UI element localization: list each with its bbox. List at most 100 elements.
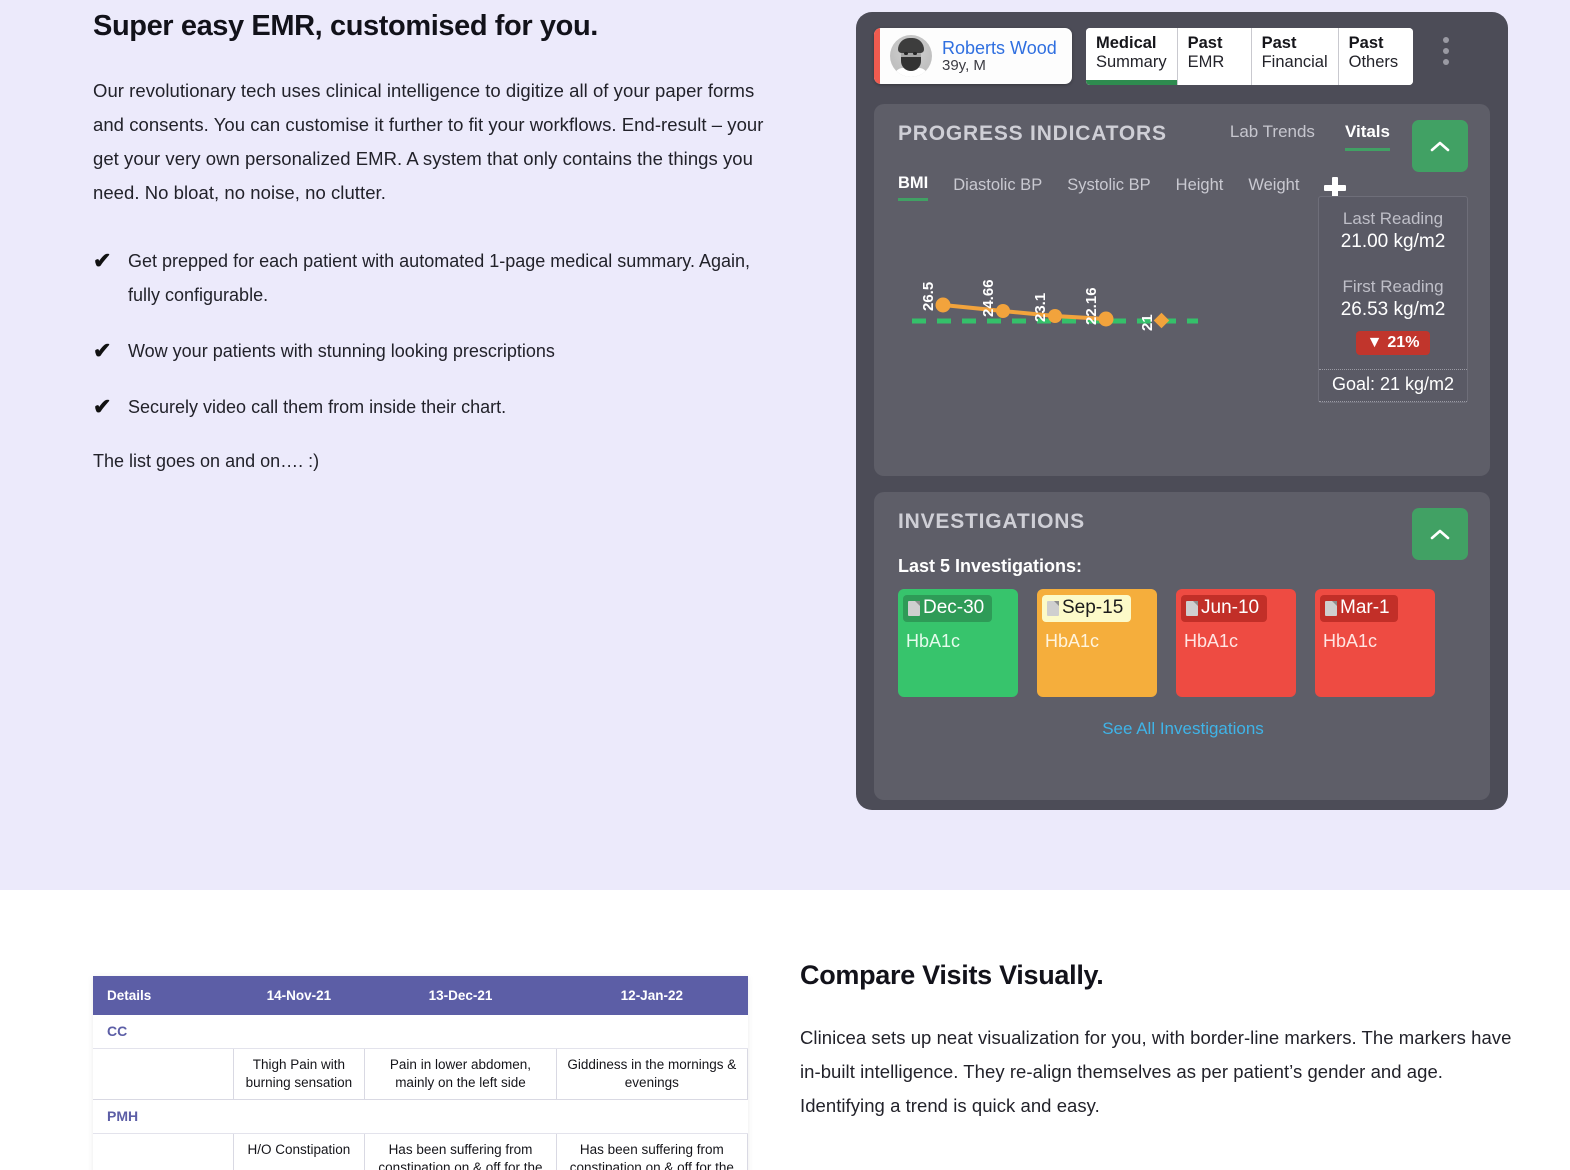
patient-accent-bar: [874, 28, 880, 84]
data-point: [996, 304, 1010, 318]
investigation-test-name: HbA1c: [1042, 631, 1152, 652]
progress-indicators-panel: PROGRESS INDICATORS Lab Trends Vitals BM…: [874, 104, 1490, 476]
subtab-vitals[interactable]: Vitals: [1345, 122, 1390, 151]
progress-subtabs: Lab Trends Vitals: [1230, 122, 1390, 151]
tab-label-line2: Summary: [1096, 53, 1167, 72]
row-label: [93, 1134, 233, 1170]
table-cell: Giddiness in the mornings & evenings: [556, 1048, 747, 1099]
row-label: [93, 1048, 233, 1099]
investigation-date-chip: Dec-30: [903, 595, 992, 622]
column-header-visit-1: 14-Nov-21: [233, 976, 365, 1015]
investigation-test-name: HbA1c: [903, 631, 1013, 652]
data-label: 26.5: [920, 282, 937, 311]
tab-past-financial[interactable]: Past Financial: [1252, 28, 1339, 85]
collapse-investigations-button[interactable]: [1412, 508, 1468, 560]
investigation-date: Jun-10: [1201, 597, 1259, 619]
document-icon: [908, 601, 920, 616]
document-icon: [1047, 601, 1059, 616]
investigation-card-list: Dec-30 HbA1c Sep-15 HbA1c Jun-10: [898, 589, 1468, 697]
investigation-card[interactable]: Sep-15 HbA1c: [1037, 589, 1157, 697]
data-label: 24.66: [980, 279, 997, 317]
list-item: ✔ Wow your patients with stunning lookin…: [93, 334, 773, 368]
first-reading-value: 26.53 kg/m2: [1319, 299, 1467, 321]
document-icon: [1325, 601, 1337, 616]
collapse-progress-button[interactable]: [1412, 120, 1468, 172]
table-group-row: PMH: [93, 1100, 748, 1134]
subtab-lab-trends[interactable]: Lab Trends: [1230, 122, 1315, 148]
check-icon: ✔: [93, 334, 111, 368]
goal-value: Goal: 21 kg/m2: [1319, 369, 1467, 402]
tab-past-others[interactable]: Past Others: [1339, 28, 1413, 85]
data-label: 21: [1139, 314, 1156, 331]
metric-height[interactable]: Height: [1176, 176, 1224, 200]
table-group-row: CC: [93, 1015, 748, 1048]
tab-label-line1: Medical: [1096, 34, 1167, 53]
emr-app-mock: Roberts Wood 39y, M Medical Summary Past…: [856, 12, 1508, 810]
tab-past-emr[interactable]: Past EMR: [1178, 28, 1252, 85]
trend-line: [943, 305, 1106, 319]
emr-feature-section: Super easy EMR, customised for you. Our …: [0, 0, 1570, 890]
table-cell: Pain in lower abdomen, mainly on the lef…: [365, 1048, 556, 1099]
page-title: Super easy EMR, customised for you.: [93, 8, 773, 44]
data-point: [936, 298, 951, 313]
status-badge: ▼ 21%: [1356, 331, 1431, 355]
group-label-pmh: PMH: [93, 1100, 748, 1134]
investigation-card[interactable]: Dec-30 HbA1c: [898, 589, 1018, 697]
patient-details: 39y, M: [942, 58, 1057, 75]
feature-text: Securely video call them from inside the…: [128, 397, 506, 417]
table-cell: Has been suffering from constipation on …: [365, 1134, 556, 1170]
compare-visits-section: Details 14-Nov-21 13-Dec-21 12-Jan-22 CC…: [0, 890, 1570, 1170]
avatar: [890, 35, 932, 77]
metric-weight[interactable]: Weight: [1248, 176, 1299, 200]
metric-bmi[interactable]: BMI: [898, 174, 928, 201]
feature-text: Wow your patients with stunning looking …: [128, 341, 555, 361]
closing-text: The list goes on and on…. :): [93, 446, 773, 476]
investigation-date: Sep-15: [1062, 597, 1123, 619]
investigation-date-chip: Sep-15: [1042, 595, 1131, 622]
data-label: 23.1: [1032, 293, 1049, 322]
list-item: ✔ Securely video call them from inside t…: [93, 390, 773, 424]
tab-label-line1: Past: [1349, 34, 1403, 53]
section-paragraph: Clinicea sets up neat visualization for …: [800, 1021, 1530, 1123]
investigation-card[interactable]: Mar-1 HbA1c: [1315, 589, 1435, 697]
investigation-card[interactable]: Jun-10 HbA1c: [1176, 589, 1296, 697]
feature-text-column: Super easy EMR, customised for you. Our …: [93, 8, 773, 476]
patient-card[interactable]: Roberts Wood 39y, M: [874, 28, 1072, 84]
see-all-investigations-link[interactable]: See All Investigations: [898, 719, 1468, 739]
emr-header: Roberts Wood 39y, M Medical Summary Past…: [874, 28, 1490, 90]
investigation-date-chip: Jun-10: [1181, 595, 1267, 622]
goal-point: [1154, 313, 1170, 329]
investigations-panel: INVESTIGATIONS Last 5 Investigations: De…: [874, 492, 1490, 800]
more-vertical-icon[interactable]: [1443, 37, 1449, 65]
data-label: 22.16: [1083, 287, 1100, 325]
table-cell: H/O Constipation: [233, 1134, 365, 1170]
chart-canvas: [898, 209, 1228, 359]
last-reading-value: 21.00 kg/m2: [1319, 231, 1467, 253]
first-reading-label: First Reading: [1319, 277, 1467, 297]
chevron-up-icon: [1430, 528, 1450, 541]
investigations-title: INVESTIGATIONS: [898, 510, 1468, 534]
patient-name[interactable]: Roberts Wood: [942, 38, 1057, 58]
emr-tabs: Medical Summary Past EMR Past Financial …: [1086, 28, 1413, 85]
table-row: H/O Constipation Has been suffering from…: [93, 1134, 748, 1170]
arrow-down-icon: ▼: [1367, 334, 1383, 352]
table-row: Thigh Pain with burning sensation Pain i…: [93, 1048, 748, 1099]
tab-label-line1: Past: [1188, 34, 1241, 53]
intro-paragraph: Our revolutionary tech uses clinical int…: [93, 74, 773, 210]
metric-systolic-bp[interactable]: Systolic BP: [1067, 176, 1150, 200]
check-icon: ✔: [93, 244, 111, 278]
list-item: ✔ Get prepped for each patient with auto…: [93, 244, 773, 312]
visit-comparison-table: Details 14-Nov-21 13-Dec-21 12-Jan-22 CC…: [93, 976, 748, 1170]
investigations-subtitle: Last 5 Investigations:: [898, 556, 1468, 577]
reading-summary-box: Last Reading 21.00 kg/m2 First Reading 2…: [1318, 196, 1468, 403]
investigation-date-chip: Mar-1: [1320, 595, 1398, 622]
column-header-visit-3: 12-Jan-22: [556, 976, 747, 1015]
tab-medical-summary[interactable]: Medical Summary: [1086, 28, 1178, 85]
feature-list: ✔ Get prepped for each patient with auto…: [93, 244, 773, 424]
metric-diastolic-bp[interactable]: Diastolic BP: [953, 176, 1042, 200]
table-cell: Thigh Pain with burning sensation: [233, 1048, 365, 1099]
section-title: Compare Visits Visually.: [800, 960, 1530, 991]
data-point: [1099, 312, 1114, 327]
compare-visits-text-column: Compare Visits Visually. Clinicea sets u…: [800, 960, 1530, 1123]
feature-text: Get prepped for each patient with automa…: [128, 251, 750, 305]
